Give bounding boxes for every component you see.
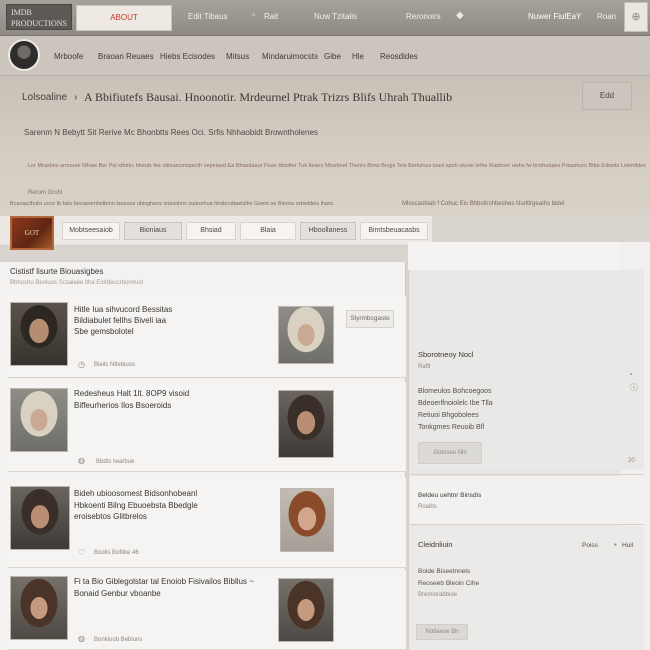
tab-6[interactable]: Bimtsbeuacasbs: [360, 222, 428, 240]
main-nav: Mrboofe Braoan Reuaes Hiebs Ecisodes Mit…: [0, 36, 650, 76]
creator-label: Rerom Grohl: [28, 190, 63, 196]
grid-icon[interactable]: ▪: [614, 540, 617, 549]
sidebar-panel-button[interactable]: Gotoseo Nlo: [418, 442, 482, 464]
feed-heading: Cististf lisurte Biouasigbes: [10, 267, 104, 276]
title-meta: Sarenm N Bebytt Sit Rerive Mc Bhonbtts R…: [24, 128, 318, 137]
topnav-item-rait[interactable]: Rait: [264, 12, 278, 21]
bookmark-icon[interactable]: ▫: [252, 10, 256, 21]
item-title-line: Hbkoenti Bilng Ebuoebsta Bbedgle: [74, 501, 198, 510]
cast-photo[interactable]: [280, 488, 334, 552]
user-menu[interactable]: Nuwer FiulEaY: [528, 12, 581, 21]
cast-photo[interactable]: [278, 390, 334, 458]
item-action-button[interactable]: Slyrmbsgaste: [346, 310, 394, 328]
item-title-line: Bonaid Genbur vboanbe: [74, 589, 161, 598]
sidebar-panel-news: Cleidnliuin Poiss ▪ Huil Boide Biseetnne…: [410, 526, 644, 650]
tab-2[interactable]: Bioniaus: [124, 222, 182, 240]
related-sub[interactable]: Roalbs: [418, 504, 437, 510]
list-item[interactable]: Hitle Iua sihvucord Bessitas Bildiabulet…: [8, 296, 406, 378]
cast-photo[interactable]: [278, 578, 334, 642]
sidebar-line-3: Retiuoi Bhgobolees: [418, 412, 479, 419]
news-tab-2[interactable]: Huil: [622, 542, 633, 549]
news-title: Cleidnliuin: [418, 540, 453, 549]
sidebar-panel-sub[interactable]: Raftl: [418, 364, 430, 370]
page-title: A Bbifiutefs Bausai. Hnoonotir. Mrdeurne…: [84, 90, 453, 104]
list-item[interactable]: Redesheus Halt 1lt. 8OP9 visoid Biffeurh…: [8, 382, 406, 472]
site-logo[interactable]: IMDB PRODUCTIONS: [6, 4, 72, 30]
tab-bar: GOT Mobtseesaiob Bioniaus Bhsiad Blaia H…: [0, 216, 432, 250]
item-meta: Boolis Bofitke 46: [94, 550, 139, 556]
sidebar-header: [408, 242, 650, 270]
news-tab-1[interactable]: Poiss: [582, 542, 598, 549]
cast-photo[interactable]: [278, 306, 334, 364]
news-line-2: Reoseeb Bleoin Cihe: [418, 580, 480, 587]
language-icon[interactable]: ⊕: [624, 2, 648, 32]
nav-item-1[interactable]: Mrboofe: [54, 52, 83, 61]
watchlist-icon[interactable]: ◆: [456, 10, 464, 21]
cast-photo[interactable]: [10, 388, 68, 452]
tab-4[interactable]: Blaia: [240, 222, 296, 240]
genre-tags[interactable]: Bcaniaclhulsi ucce lb bslv beoaeomhstbmn…: [10, 201, 334, 207]
item-title-line: Biffeurherios Ilos Bsoeroids: [74, 401, 172, 410]
user-icon: ◍: [78, 634, 85, 643]
nav-item-2[interactable]: Braoan Reuaes: [98, 52, 154, 61]
tab-3[interactable]: Bhsiad: [186, 222, 236, 240]
sidebar-panel-cast: Sborotneoy Nocl Raftl ◔ ⓘ Blomeulos Bohc…: [410, 270, 644, 470]
related-title: Beldeu uehtnr Binsdis: [418, 492, 482, 499]
clock-icon: ◷: [78, 360, 85, 369]
rating-tags[interactable]: Mloscaobiab f Cohuc Eis Bhboltrshbeshes …: [402, 201, 564, 207]
cast-photo[interactable]: [10, 576, 68, 640]
item-title-line[interactable]: Fi ta Bio Giblegolstar tal Enoiob Fisiva…: [74, 576, 254, 587]
sidebar-line-1: Blomeulos Bohcoegoos: [418, 388, 492, 395]
news-button[interactable]: Notlaeoe Bh: [416, 624, 468, 640]
item-title-line[interactable]: Hitle Iua sihvucord Bessitas: [74, 304, 172, 315]
sidebar-panel-count: 20: [628, 458, 635, 464]
cast-photo[interactable]: [10, 486, 70, 550]
item-title-line: Sbe gemsbolotel: [74, 327, 134, 336]
item-meta: Bonkloob Bebiuns: [94, 637, 143, 643]
breadcrumb-separator: ›: [74, 92, 78, 103]
topnav-item-reronoirs[interactable]: Reronoirs: [406, 12, 441, 21]
sidebar-panel-related: Beldeu uehtnr Binsdis Roalbs: [410, 476, 644, 524]
item-meta: Bbdts Iwarbue: [96, 459, 135, 465]
item-meta: Bieilc Ntlebiuos: [94, 362, 136, 368]
nav-item-5[interactable]: Mindaruimocsts: [262, 52, 318, 61]
nav-item-8[interactable]: Reosdides: [380, 52, 418, 61]
nav-item-6[interactable]: Gibe: [324, 52, 341, 61]
poster-thumbnail[interactable]: GOT: [10, 216, 54, 250]
item-title-line: eroisebtos Glitbrelos: [74, 512, 147, 521]
feed-subheading: Bbhoshu Beoluos Scsalaee ltha Eiofdeucrb…: [10, 280, 144, 286]
title-header: Lolsoaline › A Bbifiutefs Bausai. Hnoono…: [0, 76, 650, 216]
item-title-line: Bildiabulet fellhs Biveli iaa: [74, 316, 167, 325]
avatar[interactable]: [8, 39, 40, 71]
news-line-1: Boide Biseetnnels: [418, 568, 471, 575]
nav-item-7[interactable]: Hle: [352, 52, 364, 61]
item-title-line[interactable]: Redesheus Halt 1lt. 8OP9 visoid: [74, 388, 189, 399]
top-bar: IMDB PRODUCTIONS ABOUT Edit Tibaus ▫ Rai…: [0, 0, 650, 36]
title-description: Lor Mrasbes armoure Mhaie Ber Pul sthmic…: [28, 163, 646, 169]
nav-item-4[interactable]: Mitsus: [226, 52, 249, 61]
like-icon[interactable]: ◔: [628, 370, 633, 379]
item-title-line[interactable]: Bideh ubioosomest Bidsonhobeanl: [74, 488, 197, 499]
list-item[interactable]: Fi ta Bio Giblegolstar tal Enoiob Fisiva…: [8, 570, 406, 650]
sidebar-line-4: Tonkgmes Reuoib Bfl: [418, 424, 485, 431]
about-button[interactable]: ABOUT: [76, 5, 172, 31]
sidebar-divider: [410, 474, 644, 475]
sidebar-line-2: Bdeoerlfnoiolelc Ibe Tlla: [418, 400, 493, 407]
list-item[interactable]: Bideh ubioosomest Bidsonhobeanl Hbkoenti…: [8, 478, 406, 568]
heart-icon[interactable]: ♡: [78, 548, 85, 557]
sidebar-panel-title: Sborotneoy Nocl: [418, 350, 474, 359]
breadcrumb[interactable]: Lolsoaline: [22, 92, 67, 103]
signin-link[interactable]: Roan: [597, 12, 616, 21]
sidebar-divider-2: [410, 524, 644, 525]
tab-5[interactable]: Hboollaness: [300, 222, 356, 240]
cast-photo[interactable]: [10, 302, 68, 366]
edit-button[interactable]: Edd: [582, 82, 632, 110]
user-icon: ◍: [78, 456, 85, 465]
news-line-3[interactable]: Bremiorabbule: [418, 592, 457, 598]
topnav-item-edit[interactable]: Edit Tibaus: [188, 12, 228, 21]
info-icon[interactable]: ⓘ: [630, 382, 638, 393]
tab-1[interactable]: Mobtseesaiob: [62, 222, 120, 240]
nav-item-3[interactable]: Hiebs Ecisodes: [160, 52, 215, 61]
topnav-item-nuw[interactable]: Nuw Tzitalis: [314, 12, 357, 21]
